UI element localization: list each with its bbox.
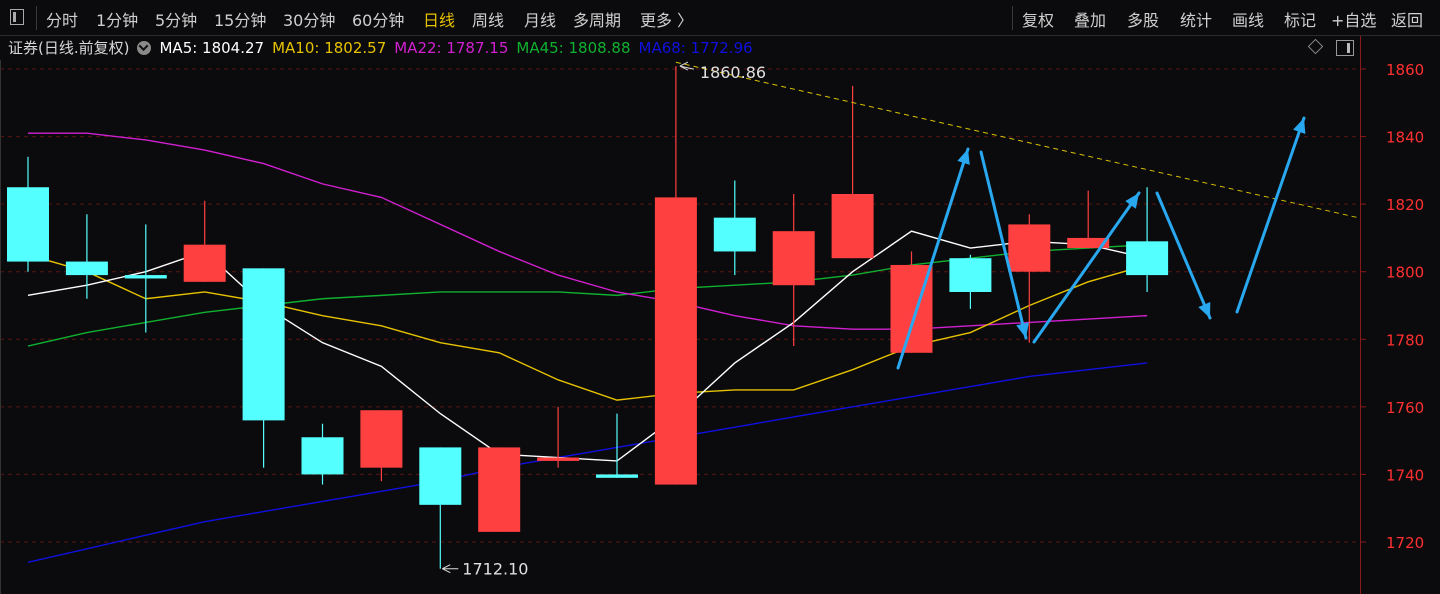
candle-body[interactable] xyxy=(242,268,285,421)
candle-body[interactable] xyxy=(831,194,874,259)
candle-body[interactable] xyxy=(654,197,697,485)
candle-body[interactable] xyxy=(1126,241,1169,276)
high-price-label: 1860.86 xyxy=(700,63,766,82)
candle-body[interactable] xyxy=(772,231,815,286)
y-tick-label: 1840 xyxy=(1386,129,1424,147)
arrow-up-3 xyxy=(1235,116,1306,314)
candle-body[interactable] xyxy=(183,244,226,282)
candle-body[interactable] xyxy=(478,447,521,532)
candle-body[interactable] xyxy=(949,258,992,292)
candle-body[interactable] xyxy=(124,275,167,279)
candle-body[interactable] xyxy=(713,217,756,252)
candle-body[interactable] xyxy=(7,187,49,262)
ma22-line xyxy=(28,132,1148,330)
candle-body[interactable] xyxy=(419,447,462,505)
low-pointer-icon xyxy=(442,564,459,574)
y-tick-label: 1720 xyxy=(1386,534,1424,552)
y-tick-label: 1820 xyxy=(1386,196,1424,214)
arrow-up-2-head xyxy=(1125,193,1139,209)
arrow-down-1-head xyxy=(1016,322,1029,338)
candle-body[interactable] xyxy=(1008,224,1051,272)
ma68-line xyxy=(27,362,1148,563)
y-tick-label: 1740 xyxy=(1386,466,1424,484)
y-tick-label: 1800 xyxy=(1386,264,1424,282)
candle-body[interactable] xyxy=(360,410,403,468)
candle-body[interactable] xyxy=(596,474,638,478)
low-price-label: 1712.10 xyxy=(462,560,528,579)
y-tick-label: 1860 xyxy=(1386,61,1424,79)
y-tick-label: 1760 xyxy=(1386,399,1424,417)
arrow-up-3-head xyxy=(1293,118,1306,134)
trend-line xyxy=(675,61,1359,219)
candle-body[interactable] xyxy=(65,261,108,276)
arrow-up-1-head xyxy=(957,149,970,165)
candle-body[interactable] xyxy=(301,437,344,475)
candlestick-chart[interactable]: 1720 1740 1760 1780 1800 1820 1840 1860 1860.86 1… xyxy=(0,0,1440,594)
y-tick-label: 1780 xyxy=(1386,331,1424,349)
candle-body[interactable] xyxy=(537,457,580,461)
